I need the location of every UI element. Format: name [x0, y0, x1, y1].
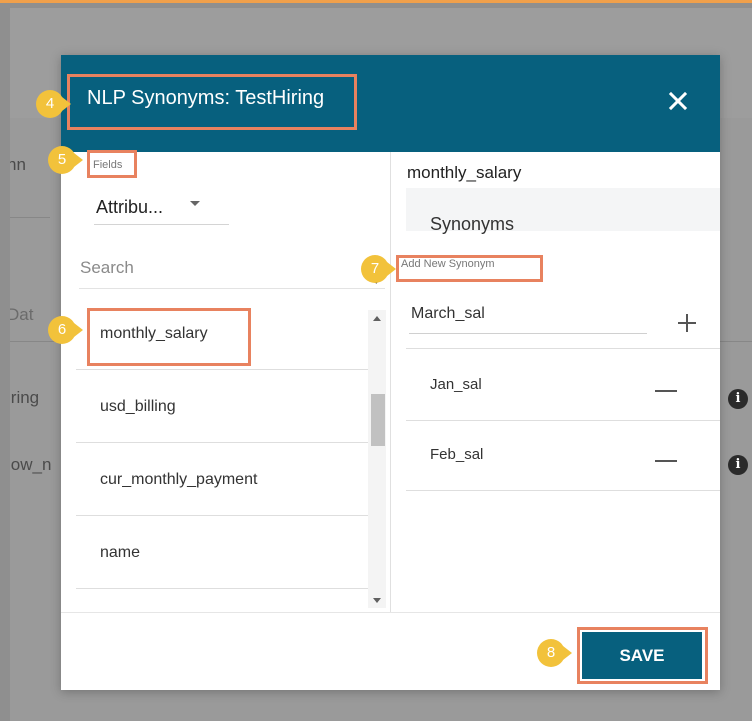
top-accent-bar	[0, 0, 752, 3]
fields-panel: Fields Attribu... monthly_salary usd_bil…	[61, 152, 391, 612]
plus-icon	[678, 314, 696, 332]
step-marker: 4	[36, 90, 64, 118]
highlight-field-item	[87, 308, 251, 366]
info-icon[interactable]: i	[728, 389, 748, 409]
step-marker: 6	[48, 316, 76, 344]
highlight-dialog-title	[67, 74, 357, 130]
background-divider	[10, 217, 50, 218]
synonym-label: Feb_sal	[430, 446, 484, 463]
scroll-up-icon[interactable]	[373, 316, 381, 321]
highlight-save-button	[577, 627, 708, 684]
list-item[interactable]: usd_billing	[76, 370, 369, 443]
background-text-3: iring	[10, 388, 40, 407]
highlight-add-synonym	[396, 255, 543, 282]
info-icon[interactable]: i	[728, 455, 748, 475]
caret-down-icon	[189, 197, 201, 215]
attribute-dropdown[interactable]: Attribu...	[94, 192, 229, 225]
synonym-row: Feb_sal	[406, 419, 720, 491]
list-item[interactable]: cur_monthly_payment	[76, 443, 369, 516]
field-name: usd_billing	[100, 398, 176, 415]
new-synonym-input[interactable]	[409, 295, 647, 334]
background-text-2: Dat	[10, 305, 34, 324]
selected-field-title: monthly_salary	[407, 163, 522, 182]
nlp-synonyms-dialog: NLP Synonyms: TestHiring Fields Attribu.…	[61, 55, 720, 690]
field-name: cur_monthly_payment	[100, 471, 258, 488]
synonym-label: Jan_sal	[430, 376, 482, 393]
tab-synonyms-label: Synonyms	[430, 214, 515, 234]
field-search-input[interactable]	[79, 248, 385, 289]
field-name: name	[100, 544, 141, 561]
highlight-fields-label	[87, 150, 137, 178]
close-button[interactable]	[661, 84, 695, 118]
scroll-thumb[interactable]	[371, 394, 385, 446]
attribute-dropdown-value: Attribu...	[96, 197, 164, 217]
list-item[interactable]: name	[76, 516, 369, 589]
remove-synonym-button[interactable]	[655, 451, 677, 469]
background-text-1: nn	[10, 155, 26, 174]
remove-synonym-button[interactable]	[655, 381, 677, 399]
minus-icon	[655, 390, 677, 392]
scroll-down-icon[interactable]	[373, 598, 381, 603]
close-icon	[668, 91, 688, 111]
background-text-4: low_n	[10, 455, 52, 474]
add-synonym-button[interactable]	[677, 313, 697, 338]
minus-icon	[655, 460, 677, 462]
step-marker: 7	[361, 255, 389, 283]
step-marker: 8	[537, 639, 565, 667]
synonym-row: Jan_sal	[406, 348, 720, 421]
tab-synonyms[interactable]: Synonyms	[406, 188, 720, 234]
synonyms-panel: monthly_salary Synonyms Add New Synonym …	[391, 152, 720, 612]
field-list-scrollbar[interactable]	[368, 310, 386, 608]
step-marker: 5	[48, 146, 76, 174]
